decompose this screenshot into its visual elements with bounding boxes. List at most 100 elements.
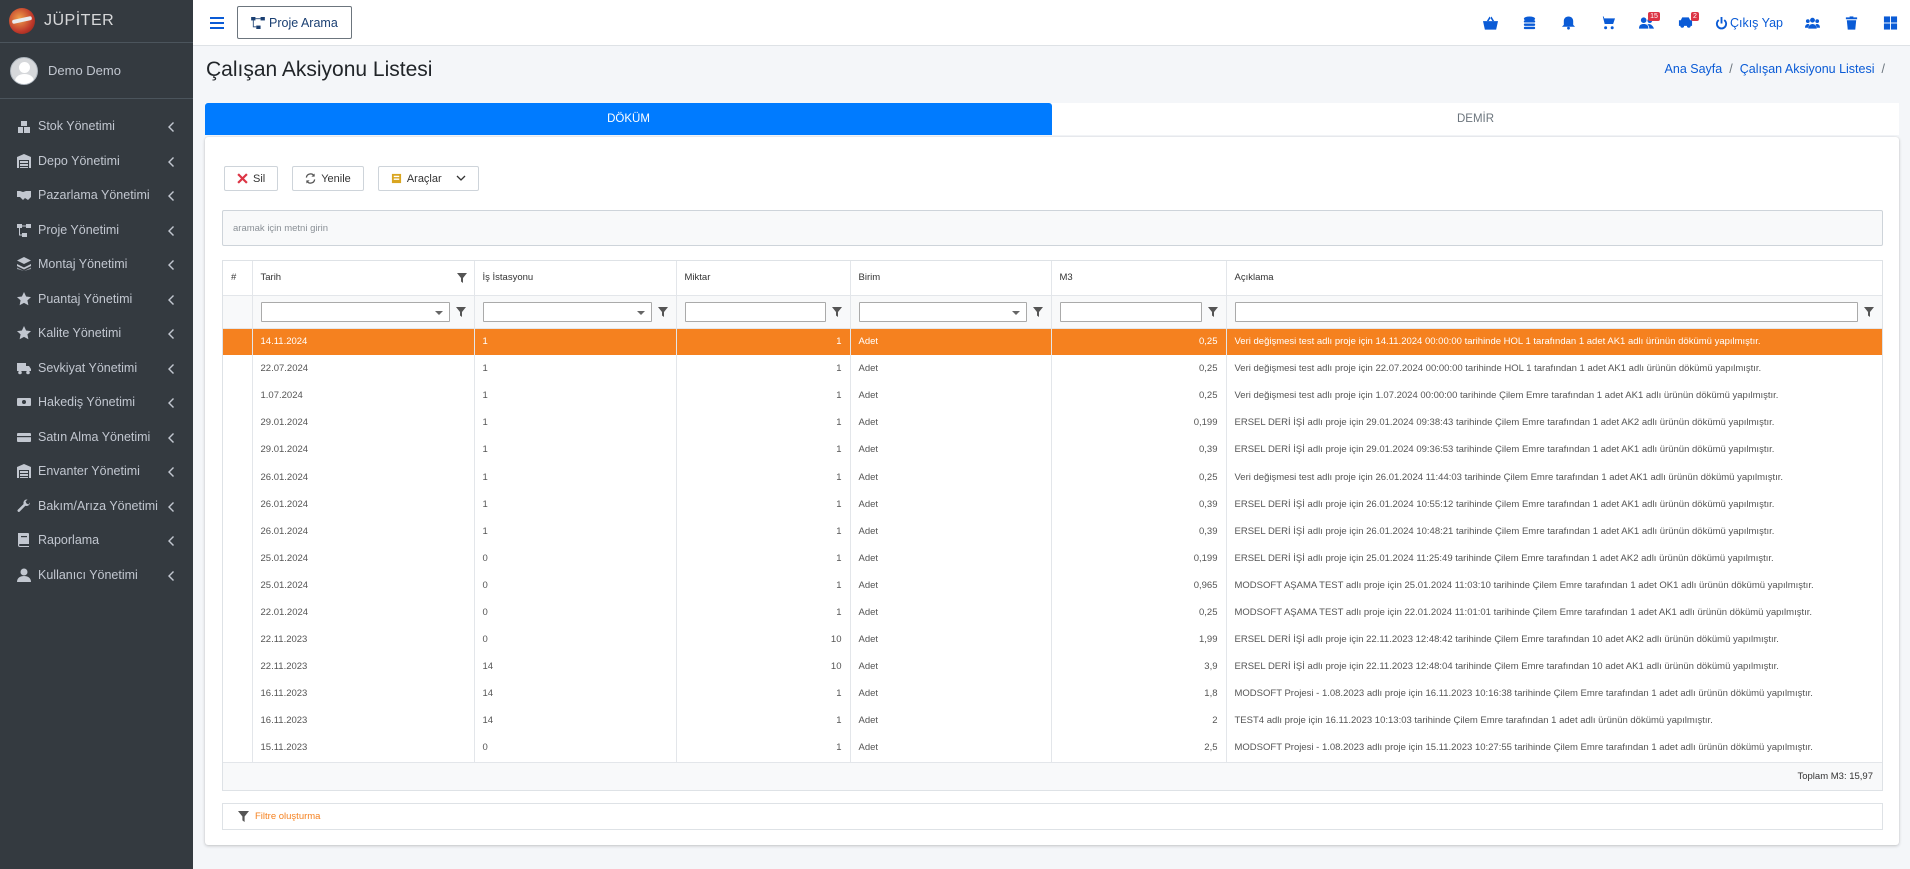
table-row[interactable]: 26.01.2024 1 1 Adet 0,39 ERSEL DERİ İŞİ adlı … [223, 517, 1882, 545]
column-header-miktar[interactable]: Miktar [676, 261, 851, 296]
users-notify-button[interactable]: 15 [1627, 0, 1666, 46]
notifications-button[interactable] [1549, 0, 1588, 46]
delete-button[interactable]: Sil [224, 166, 279, 191]
sidebar-item-envanter[interactable]: Envanter Yönetimi [0, 454, 193, 489]
cell-birim: Adet [850, 707, 1052, 735]
filter-input-miktar[interactable] [684, 301, 826, 322]
trash-icon [1845, 16, 1858, 30]
vehicles-button[interactable]: 2 [1666, 0, 1705, 46]
table-row[interactable]: 22.11.2023 0 10 Adet 1,99 ERSEL DERİ İŞİ adlı… [223, 626, 1882, 654]
table-row[interactable]: 16.11.2023 14 1 Adet 2 TEST4 adlı proje için … [223, 707, 1882, 735]
table-row[interactable]: 14.11.2024 1 1 Adet 0,25 Veri değişmesi test … [223, 328, 1882, 356]
team-button[interactable] [1793, 0, 1832, 46]
sidebar-item-montaj[interactable]: Montaj Yönetimi [0, 247, 193, 282]
coins-button[interactable] [1510, 0, 1549, 46]
sidebar-item-raporlama[interactable]: Raporlama [0, 523, 193, 558]
brand[interactable]: JÜPİTER [0, 0, 193, 43]
table-row[interactable]: 16.11.2023 14 1 Adet 1,8 MODSOFT Projesi - 1.… [223, 680, 1882, 708]
sidebar-item-sevkiyat[interactable]: Sevkiyat Yönetimi [0, 351, 193, 386]
cell-birim: Adet [850, 653, 1052, 681]
basket-button[interactable] [1471, 0, 1510, 46]
handshake-icon [16, 188, 31, 202]
cell-birim: Adet [850, 598, 1052, 627]
cell-aciklama: Veri değişmesi test adlı proje için 14.1… [1226, 328, 1882, 356]
filter-input-is-istasyonu[interactable] [482, 301, 652, 322]
cell-is-istasyonu: 1 [474, 382, 677, 410]
filter-input-birim[interactable] [858, 301, 1027, 322]
chevron-left-icon [167, 190, 175, 202]
proje-arama-button[interactable]: Proje Arama [237, 6, 352, 39]
filter-cell-is-istasyonu [474, 295, 677, 329]
filter-icon[interactable] [1864, 306, 1874, 317]
user-panel[interactable]: Demo Demo [0, 43, 193, 99]
sidebar-item-stok[interactable]: Stok Yönetimi [0, 109, 193, 144]
sidebar-item-kullanıcı[interactable]: Kullanıcı Yönetimi [0, 558, 193, 593]
filter-cell-miktar [676, 295, 851, 329]
row-index-cell [223, 490, 253, 518]
sidebar-item-bakımarıza[interactable]: Bakım/Arıza Yönetimi [0, 489, 193, 524]
filter-icon[interactable] [1032, 306, 1043, 317]
sidebar-item-label: Proje Yönetimi [38, 222, 120, 237]
cell-tarih: 29.01.2024 [252, 409, 475, 437]
breadcrumb-home[interactable]: Ana Sayfa [1665, 62, 1723, 76]
sidebar-item-puantaj[interactable]: Puantaj Yönetimi [0, 282, 193, 317]
cell-birim: Adet [850, 544, 1052, 572]
table-row[interactable]: 22.07.2024 1 1 Adet 0,25 Veri değişmesi test … [223, 355, 1882, 383]
filter-icon[interactable] [455, 306, 466, 317]
search-input[interactable] [222, 210, 1883, 246]
cell-m3: 0,39 [1051, 517, 1227, 545]
row-index-cell [223, 463, 253, 491]
table-row[interactable]: 25.01.2024 0 1 Adet 0,965 MODSOFT AŞAMA TEST … [223, 571, 1882, 599]
cell-m3: 0,39 [1051, 490, 1227, 518]
sidebar-item-pazarlama[interactable]: Pazarlama Yönetimi [0, 178, 193, 213]
filter-icon[interactable] [831, 306, 842, 317]
column-header-tarih[interactable]: Tarih [252, 261, 475, 296]
sidebar-item-hakediş[interactable]: Hakediş Yönetimi [0, 385, 193, 420]
refresh-button[interactable]: Yenile [292, 166, 364, 191]
filter-builder[interactable]: Filtre oluşturma [222, 803, 1883, 830]
column-header-m3[interactable]: M3 [1051, 261, 1227, 296]
apps-button[interactable] [1871, 0, 1910, 46]
column-header-index[interactable]: # [223, 261, 253, 296]
menu-toggle-icon[interactable] [210, 16, 224, 29]
cart-button[interactable] [1588, 0, 1627, 46]
tools-dropdown[interactable]: Araçlar [377, 166, 479, 191]
refresh-icon [305, 173, 316, 184]
table-row[interactable]: 22.01.2024 0 1 Adet 0,25 MODSOFT AŞAMA TEST a… [223, 598, 1882, 627]
cell-aciklama: ERSEL DERİ İŞİ adlı proje için 29.01.202… [1234, 417, 1775, 429]
table-row[interactable]: 22.11.2023 14 10 Adet 3,9 ERSEL DERİ İŞİ adlı… [223, 653, 1882, 681]
filter-icon[interactable] [1207, 306, 1218, 317]
proje-arama-label: Proje Arama [269, 15, 338, 30]
sidebar-item-kalite[interactable]: Kalite Yönetimi [0, 316, 193, 351]
close-icon [237, 173, 248, 184]
header-filter-icon[interactable] [456, 273, 467, 283]
row-index-cell [223, 680, 253, 708]
table-row[interactable]: 15.11.2023 0 1 Adet 2,5 MODSOFT Projesi - 1.0… [223, 734, 1882, 762]
tab-dokum[interactable]: DÖKÜM [205, 103, 1052, 135]
sidebar-item-proje[interactable]: Proje Yönetimi [0, 213, 193, 248]
tab-demir[interactable]: DEMİR [1052, 103, 1899, 135]
column-header-is-istasyonu[interactable]: İş İstasyonu [474, 261, 677, 296]
cell-miktar: 10 [676, 626, 851, 654]
filter-input-tarih[interactable] [260, 301, 450, 322]
table-row[interactable]: 1.07.2024 1 1 Adet 0,25 Veri değişmesi test a… [223, 382, 1882, 410]
sidebar-item-satın[interactable]: Satın Alma Yönetimi [0, 420, 193, 455]
vehicles-badge: 2 [1691, 12, 1699, 21]
table-row[interactable]: 29.01.2024 1 1 Adet 0,199 ERSEL DERİ İŞİ adlı… [223, 409, 1882, 437]
sidebar-item-depo[interactable]: Depo Yönetimi [0, 144, 193, 179]
table-row[interactable]: 26.01.2024 1 1 Adet 0,25 Veri değişmesi test … [223, 463, 1882, 491]
table-row[interactable]: 29.01.2024 1 1 Adet 0,39 ERSEL DERİ İŞİ adlı … [223, 436, 1882, 464]
trash-button[interactable] [1832, 0, 1871, 46]
filter-icon[interactable] [657, 306, 668, 317]
chevron-left-icon [167, 397, 175, 409]
logout-button[interactable]: Çıkış Yap [1705, 0, 1793, 46]
filter-input-aciklama[interactable] [1234, 301, 1858, 322]
table-row[interactable]: 25.01.2024 0 1 Adet 0,199 ERSEL DERİ İŞİ adlı… [223, 544, 1882, 572]
table-row[interactable]: 26.01.2024 1 1 Adet 0,39 ERSEL DERİ İŞİ adlı … [223, 490, 1882, 518]
breadcrumb-current[interactable]: Çalışan Aksiyonu Listesi [1740, 62, 1875, 76]
column-header-birim[interactable]: Birim [850, 261, 1052, 296]
row-index-cell [223, 409, 253, 437]
filter-input-m3[interactable] [1059, 301, 1202, 322]
column-header-aciklama[interactable]: Açıklama [1226, 261, 1882, 296]
logout-label: Çıkış Yap [1729, 16, 1783, 30]
